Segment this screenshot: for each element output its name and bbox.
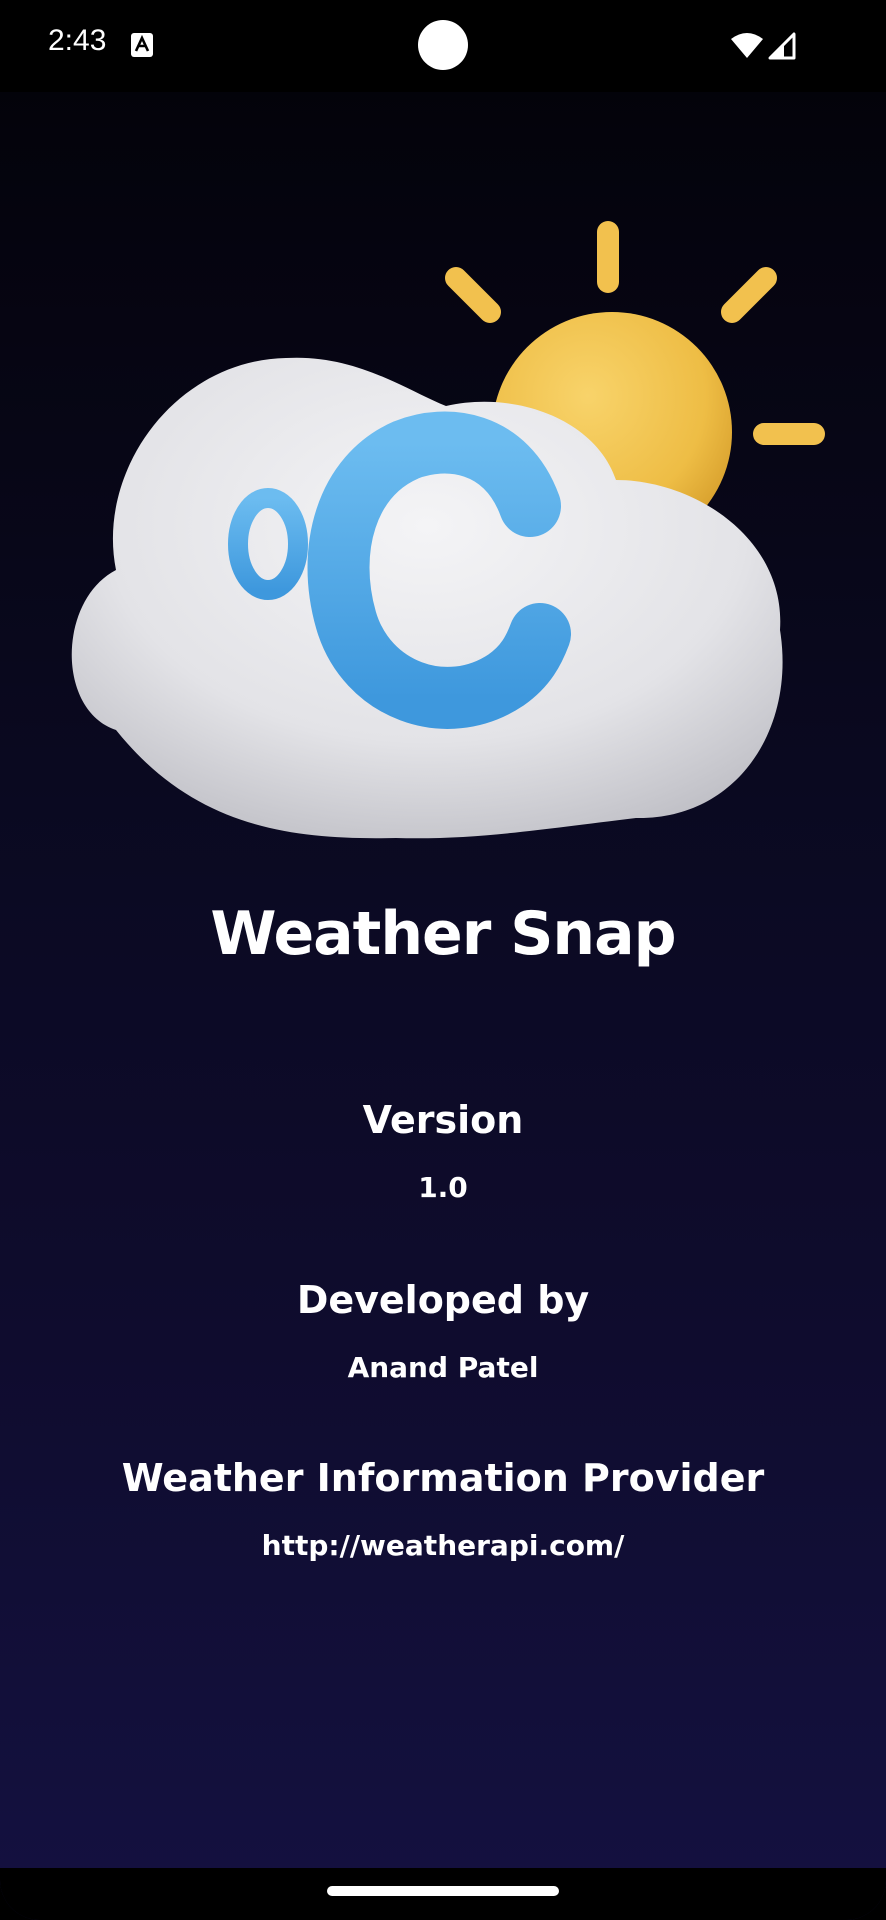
wifi-icon xyxy=(731,33,763,58)
developer-name: Anand Patel xyxy=(347,1351,539,1384)
status-bar: 2:43 xyxy=(0,0,886,92)
about-screen: 2:43 Weather Snap Version 1.0 Developed … xyxy=(0,0,886,1920)
camera-cutout xyxy=(418,20,468,70)
provider-link[interactable]: http://weatherapi.com/ xyxy=(0,1528,886,1564)
version-value: 1.0 xyxy=(418,1171,468,1204)
provider-heading: Weather Information Provider xyxy=(121,1456,765,1500)
developer-heading: Developed by xyxy=(296,1278,590,1322)
version-heading: Version xyxy=(362,1098,524,1142)
accessibility-a-icon xyxy=(131,33,153,57)
home-indicator[interactable] xyxy=(327,1886,559,1896)
status-time: 2:43 xyxy=(48,24,107,57)
weather-cloud-sun-celsius-icon xyxy=(71,221,825,839)
cell-signal-icon xyxy=(768,32,796,60)
app-title: Weather Snap xyxy=(210,899,676,969)
